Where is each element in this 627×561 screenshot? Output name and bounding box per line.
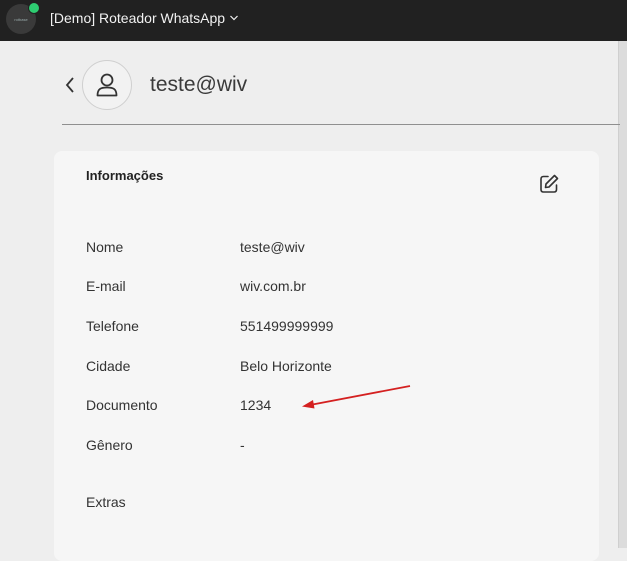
field-label: Documento [86, 397, 158, 413]
app-logo-text: rotbase [14, 16, 28, 22]
contact-header: teste@wiv [62, 57, 247, 113]
info-card: Informações Nome teste@wiv E-mail wiv.co… [54, 151, 599, 561]
workspace-selector[interactable]: [Demo] Roteador WhatsApp [50, 8, 239, 28]
field-label: E-mail [86, 278, 126, 294]
back-button[interactable] [62, 72, 78, 98]
field-email: E-mail wiv.com.br [86, 278, 306, 294]
field-value: 1234 [240, 397, 272, 413]
header-divider [62, 124, 620, 125]
user-icon [96, 73, 118, 97]
top-bar: rotbase [Demo] Roteador WhatsApp [0, 0, 627, 41]
avatar [82, 60, 132, 110]
field-label: Gênero [86, 437, 133, 453]
annotation-arrow-icon [302, 385, 411, 409]
field-documento: Documento 1234 [86, 397, 271, 413]
field-value: 551499999999 [240, 318, 334, 334]
field-value: - [240, 437, 245, 453]
edit-icon [540, 174, 559, 193]
field-value: teste@wiv [240, 239, 305, 255]
field-genero: Gênero - [86, 437, 245, 453]
chevron-down-icon [230, 15, 239, 21]
field-value: wiv.com.br [240, 278, 306, 294]
extras-section-label: Extras [86, 494, 126, 510]
contact-name: teste@wiv [150, 73, 248, 96]
field-label: Nome [86, 239, 124, 255]
scrollbar[interactable] [618, 41, 627, 548]
card-title: Informações [86, 168, 164, 183]
field-label: Cidade [86, 358, 131, 374]
edit-button[interactable] [538, 173, 560, 195]
field-telefone: Telefone 551499999999 [86, 318, 333, 334]
field-cidade: Cidade Belo Horizonte [86, 358, 332, 374]
workspace-name: [Demo] Roteador WhatsApp [50, 10, 226, 26]
online-status-dot [28, 2, 40, 14]
field-nome: Nome teste@wiv [86, 239, 305, 255]
chevron-left-icon [65, 77, 74, 93]
field-value: Belo Horizonte [240, 358, 332, 374]
field-label: Telefone [86, 318, 139, 334]
